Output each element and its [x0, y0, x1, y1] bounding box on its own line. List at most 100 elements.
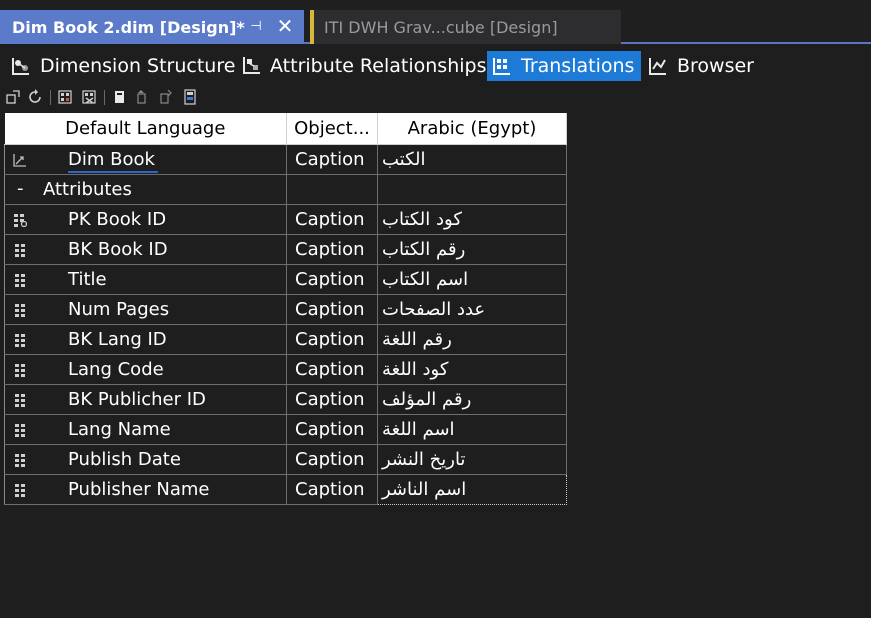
row-object-cell: Caption — [286, 204, 378, 235]
attribute-icon — [13, 243, 27, 257]
column-header-default-language[interactable]: Default Language — [4, 113, 287, 145]
row-object-cell: Caption — [286, 354, 378, 385]
table-row[interactable]: PK Book ID Caption كود الكتاب — [4, 204, 567, 235]
row-name-cell: Title — [4, 264, 287, 295]
attribute-icon — [13, 423, 27, 437]
table-row-group-attributes[interactable]: - Attributes — [4, 174, 567, 205]
translation-cell[interactable]: كود الكتاب — [377, 204, 567, 235]
table-row[interactable]: BK Publicher ID Caption رقم المؤلف — [4, 384, 567, 415]
row-name-cell: Dim Book — [4, 144, 287, 175]
dimension-icon — [13, 153, 27, 167]
row-name-cell: BK Publicher ID — [4, 384, 287, 415]
translation-cell — [377, 174, 567, 205]
show-all-icon[interactable] — [182, 89, 198, 105]
browser-icon — [647, 55, 669, 77]
tab-label: Translations — [521, 55, 635, 77]
table-row[interactable]: Title Caption اسم الكتاب — [4, 264, 567, 295]
row-object-cell: Caption — [286, 264, 378, 295]
attribute-name: BK Book ID — [68, 238, 168, 260]
translations-grid: Default Language Object... Arabic (Egypt… — [4, 113, 567, 505]
tab-label: Attribute Relationships — [270, 55, 487, 77]
translation-cell[interactable]: عدد الصفحات — [377, 294, 567, 325]
translation-cell[interactable]: تاريخ النشر — [377, 444, 567, 475]
translation-text: رقم اللغة — [382, 328, 452, 350]
row-name-cell: Num Pages — [4, 294, 287, 325]
attribute-name: BK Publicher ID — [68, 388, 206, 410]
table-row[interactable]: Lang Code Caption كود اللغة — [4, 354, 567, 385]
table-row[interactable]: Publish Date Caption تاريخ النشر — [4, 444, 567, 475]
dimension-name: Dim Book — [68, 148, 155, 170]
attribute-name: Title — [68, 268, 107, 290]
close-icon[interactable]: ✕ — [275, 15, 295, 37]
translations-icon — [491, 55, 513, 77]
grid-header-row: Default Language Object... Arabic (Egypt… — [4, 113, 567, 145]
dimension-structure-icon — [10, 55, 32, 77]
tab-dimension-structure[interactable]: Dimension Structure — [6, 51, 235, 81]
translation-cell[interactable]: رقم اللغة — [377, 324, 567, 355]
column-header-arabic-egypt[interactable]: Arabic (Egypt) — [377, 113, 567, 145]
attribute-icon — [13, 303, 27, 317]
table-row-dimension[interactable]: Dim Book Caption الكتب — [4, 144, 567, 175]
dimension-name-underline — [68, 170, 158, 173]
toolbar-separator — [50, 90, 51, 105]
document-tab-dim-book[interactable]: Dim Book 2.dim [Design]* ⊣ ✕ — [0, 10, 304, 44]
translation-cell[interactable]: الكتب — [377, 144, 567, 175]
designer-view-tabs: Dimension Structure Attribute Relationsh… — [0, 46, 871, 86]
translation-cell[interactable]: اسم الكتاب — [377, 264, 567, 295]
edit-caption-icon[interactable] — [112, 89, 128, 105]
refresh-icon[interactable] — [27, 89, 43, 105]
row-object-cell: Caption — [286, 384, 378, 415]
attribute-icon — [13, 393, 27, 407]
new-translation-icon[interactable] — [5, 89, 21, 105]
move-up-icon[interactable] — [134, 89, 150, 105]
document-tab-cube[interactable]: ITI DWH Grav...cube [Design] — [310, 10, 621, 44]
document-tab-title: Dim Book 2.dim [Design]* — [12, 17, 245, 37]
attribute-name: BK Lang ID — [68, 328, 167, 350]
document-tab-strip: Dim Book 2.dim [Design]* ⊣ ✕ ITI DWH Gra… — [0, 0, 871, 44]
row-name-cell: Lang Name — [4, 414, 287, 445]
row-object-cell: Caption — [286, 234, 378, 265]
table-row[interactable]: BK Book ID Caption رقم الكتاب — [4, 234, 567, 265]
row-name-cell: PK Book ID — [4, 204, 287, 235]
translation-text: كود الكتاب — [382, 208, 462, 230]
row-object-cell: Caption — [286, 414, 378, 445]
column-header-object[interactable]: Object... — [286, 113, 378, 145]
attribute-icon — [13, 333, 27, 347]
translation-cell[interactable]: رقم المؤلف — [377, 384, 567, 415]
row-object-cell: Caption — [286, 444, 378, 475]
translation-text: كود اللغة — [382, 358, 449, 380]
table-row[interactable]: Num Pages Caption عدد الصفحات — [4, 294, 567, 325]
tab-attribute-relationships[interactable]: Attribute Relationships — [236, 51, 486, 81]
toolbar-separator — [104, 90, 105, 105]
translation-cell[interactable]: رقم الكتاب — [377, 234, 567, 265]
translation-text: اسم اللغة — [382, 418, 455, 440]
tab-translations[interactable]: Translations — [487, 51, 641, 81]
translation-text: تاريخ النشر — [382, 448, 466, 470]
table-row[interactable]: BK Lang ID Caption رقم اللغة — [4, 324, 567, 355]
attribute-icon — [13, 483, 27, 497]
row-object-cell: Caption — [286, 324, 378, 355]
attribute-name: Publish Date — [68, 448, 181, 470]
row-name-cell: Publish Date — [4, 444, 287, 475]
pin-icon[interactable]: ⊣ — [249, 19, 263, 35]
translation-cell[interactable]: اسم الناشر — [377, 473, 567, 505]
table-row[interactable]: Lang Name Caption اسم اللغة — [4, 414, 567, 445]
attribute-name: Lang Name — [68, 418, 171, 440]
collapse-icon[interactable]: - — [17, 178, 24, 199]
row-object-cell: Caption — [286, 474, 378, 505]
tab-browser[interactable]: Browser — [643, 51, 763, 81]
translation-text: اسم الناشر — [382, 478, 467, 500]
delete-caption-icon[interactable] — [81, 89, 97, 105]
translation-text: رقم الكتاب — [382, 238, 466, 260]
translation-cell[interactable]: كود اللغة — [377, 354, 567, 385]
attribute-name: Num Pages — [68, 298, 170, 320]
move-down-icon[interactable] — [157, 89, 173, 105]
translations-toolbar — [0, 86, 871, 110]
new-caption-icon[interactable] — [57, 89, 73, 105]
row-name-cell: Lang Code — [4, 354, 287, 385]
translation-cell[interactable]: اسم اللغة — [377, 414, 567, 445]
attribute-name: Lang Code — [68, 358, 164, 380]
table-row[interactable]: Publisher Name Caption اسم الناشر — [4, 473, 567, 505]
attribute-icon — [13, 363, 27, 377]
attribute-icon — [13, 273, 27, 287]
